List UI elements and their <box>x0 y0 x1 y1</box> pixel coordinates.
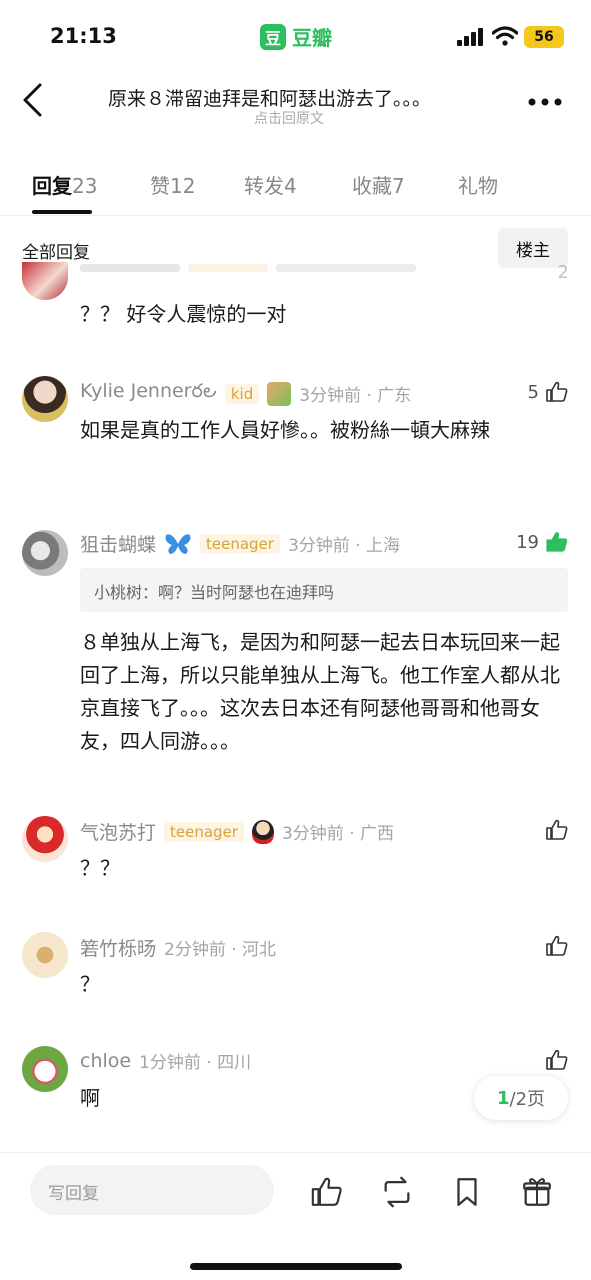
sticker-icon <box>267 381 292 406</box>
butterfly-icon <box>165 533 191 554</box>
status-bar: 21:13 豆 豆瓣 56 <box>0 0 591 72</box>
home-indicator <box>190 1263 402 1270</box>
status-time: 21:13 <box>50 24 117 48</box>
post-title[interactable]: 原来８滞留迪拜是和阿瑟出游去了。。。 <box>108 84 431 111</box>
tab-bar: 回复23 赞12 转发4 收藏7 礼物 <box>0 160 591 216</box>
tab-likes[interactable]: 赞12 <box>150 170 195 199</box>
like-button[interactable]: 5 <box>528 380 569 404</box>
battery-icon: 56 <box>524 26 564 48</box>
comment-text: ？？ 好令人震惊的一对 <box>80 302 287 326</box>
tab-label: 赞 <box>150 174 170 198</box>
avatar[interactable] <box>22 816 68 862</box>
comment-text: 如果是真的工作人員好慘。。被粉絲一頓大麻辣 <box>80 418 490 442</box>
like-button[interactable]: 2 <box>558 262 569 283</box>
douban-logo-icon: 豆 <box>260 23 286 50</box>
tab-count: 23 <box>72 174 98 198</box>
comment-meta: Kylie Jennerర౿ kid 3分钟前 · 广东 <box>80 380 411 407</box>
like-button[interactable] <box>545 1048 569 1072</box>
username[interactable]: 气泡苏打 <box>80 818 156 845</box>
user-badge: teenager <box>164 821 244 842</box>
signal-icon <box>457 28 483 46</box>
like-button[interactable] <box>545 934 569 958</box>
username[interactable]: chloe <box>80 1050 131 1072</box>
avatar[interactable] <box>22 262 68 300</box>
time-location: 3分钟前 · 广东 <box>299 386 412 406</box>
post-header: 原来８滞留迪拜是和阿瑟出游去了。。。 点击回原文 <box>0 72 591 132</box>
username[interactable]: 狙击蝴蝶 <box>80 530 156 557</box>
total-pages: /2页 <box>509 1089 546 1110</box>
tab-label: 回复 <box>32 174 72 198</box>
like-count: 5 <box>527 381 539 403</box>
comment-meta: 狙击蝴蝶 teenager 3分钟前 · 上海 <box>80 530 400 557</box>
status-app: 豆 豆瓣 <box>260 22 332 51</box>
more-icon[interactable] <box>528 98 562 106</box>
back-to-post-link[interactable]: 点击回原文 <box>254 108 324 128</box>
time-location: 3分钟前 · 上海 <box>287 536 401 556</box>
time-location: 3分钟前 · 广西 <box>281 824 395 844</box>
like-button[interactable]: 19 <box>516 530 569 554</box>
time-location: 2分钟前 · 河北 <box>164 940 277 960</box>
tab-gifts[interactable]: 礼物 <box>458 170 498 199</box>
like-button[interactable] <box>545 818 569 842</box>
thumb-up-icon <box>546 1049 568 1070</box>
tab-count: 7 <box>392 174 405 198</box>
like-count: 19 <box>516 531 539 553</box>
comment-meta: 气泡苏打 teenager 3分钟前 · 广西 <box>80 818 394 845</box>
back-icon[interactable] <box>20 82 46 118</box>
avatar[interactable] <box>22 1046 68 1092</box>
bookmark-icon[interactable] <box>450 1175 484 1209</box>
comment-meta: 箬竹栎旸 2分钟前 · 河北 <box>80 934 276 961</box>
tab-count: 4 <box>284 174 297 198</box>
user-badge: teenager <box>200 533 280 554</box>
comment-text: ？ <box>80 972 100 996</box>
page-indicator[interactable]: 1/2页 <box>474 1076 568 1120</box>
tab-reposts[interactable]: 转发4 <box>244 170 297 199</box>
gift-icon[interactable] <box>520 1175 554 1209</box>
username[interactable]: 箬竹栎旸 <box>80 934 156 961</box>
comment-text: ８单独从上海飞，是因为和阿瑟一起去日本玩回来一起回了上海，所以只能单独从上海飞。… <box>80 630 560 753</box>
comment-text: ？？ <box>80 856 120 880</box>
time-location: 1分钟前 · 四川 <box>139 1053 252 1073</box>
avatar[interactable] <box>22 530 68 576</box>
sticker-icon <box>251 819 274 844</box>
tab-label: 收藏 <box>352 174 392 198</box>
app-name: 豆瓣 <box>292 26 332 50</box>
all-replies-filter[interactable]: 全部回复 <box>22 238 90 263</box>
thumb-up-icon[interactable] <box>310 1175 344 1209</box>
tab-replies[interactable]: 回复23 <box>32 170 97 199</box>
thumb-up-icon <box>546 381 568 402</box>
quoted-reply[interactable]: 小桃树：啊？当时阿瑟也在迪拜吗 <box>80 568 568 612</box>
thumb-up-icon <box>546 935 568 956</box>
current-page: 1 <box>496 1087 510 1109</box>
thumb-up-icon <box>546 532 568 552</box>
user-badge: kid <box>224 383 260 404</box>
avatar[interactable] <box>22 376 68 422</box>
active-tab-indicator <box>32 210 92 214</box>
tab-count: 12 <box>170 174 196 198</box>
avatar[interactable] <box>22 932 68 978</box>
comment-meta-clipped <box>80 264 416 272</box>
wifi-icon <box>492 26 518 46</box>
reply-input[interactable]: 写回复 <box>30 1165 274 1215</box>
thumb-up-icon <box>546 819 568 840</box>
tab-label: 转发 <box>244 174 284 198</box>
tab-label: 礼物 <box>458 174 498 198</box>
username[interactable]: Kylie Jennerర౿ <box>80 380 217 407</box>
repost-icon[interactable] <box>380 1175 414 1209</box>
tab-collections[interactable]: 收藏7 <box>352 170 405 199</box>
comment-meta: chloe 1分钟前 · 四川 <box>80 1048 252 1074</box>
like-count: 2 <box>557 262 569 283</box>
bottom-action-bar: 写回复 <box>0 1152 591 1280</box>
